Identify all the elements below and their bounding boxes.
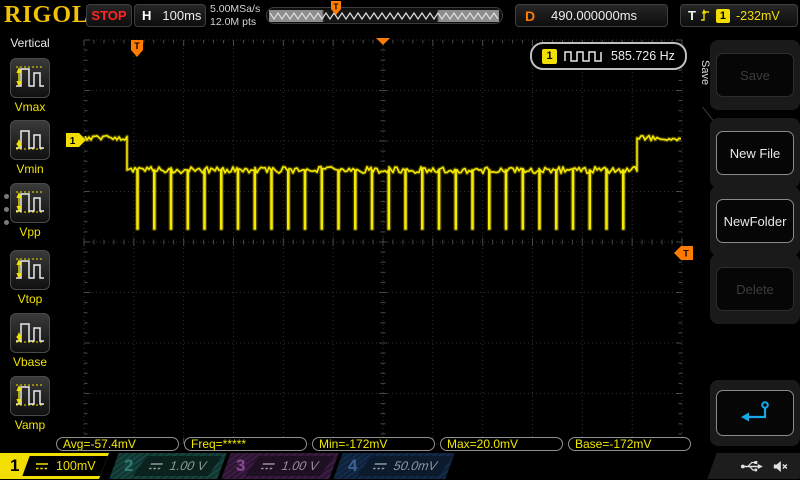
svg-text:T: T <box>683 249 689 259</box>
channel-4-block[interactable]: 4 50.0mV <box>333 453 455 479</box>
measurement-freq: Freq=***** <box>184 437 307 451</box>
dc-coupling-icon <box>149 463 164 470</box>
channel-2-number: 2 <box>124 456 134 475</box>
menu-tab-title: Save <box>699 60 711 86</box>
left-measure-menu: Vertical Vmax Vmin Vpp Vtop Vbase Vamp <box>0 32 60 452</box>
rigol-logo: RIGOL <box>4 2 90 28</box>
measurement-max: Max=20.0mV <box>440 437 563 451</box>
trigger-source-badge: 1 <box>715 8 730 23</box>
new-folder-button[interactable]: NewFolder <box>716 199 794 243</box>
menu-item-vmax[interactable]: Vmax <box>0 58 60 114</box>
page-indicator-dot <box>4 194 9 199</box>
channel-2-scale: 1.00 V <box>167 459 210 473</box>
channel-3-block[interactable]: 3 1.00 V <box>221 453 339 479</box>
usb-icon <box>741 460 763 471</box>
menu-item-vpp[interactable]: Vpp <box>0 183 60 239</box>
status-icons-area <box>707 453 800 479</box>
delay-label: D <box>525 7 536 24</box>
horizontal-position-bar[interactable] <box>266 7 503 24</box>
delete-button[interactable]: Delete <box>716 267 794 311</box>
left-menu-title: Vertical <box>10 36 50 50</box>
channel-4-number: 4 <box>348 456 358 475</box>
trigger-label: T <box>688 8 696 23</box>
vamp-label: Vamp <box>14 418 46 432</box>
channel-1-scale-box: 100mV <box>22 456 109 476</box>
vtop-label: Vtop <box>17 292 43 306</box>
counter-channel-badge: 1 <box>542 48 557 64</box>
page-indicator-dot <box>4 220 9 225</box>
svg-text:T: T <box>334 3 339 12</box>
vamp-icon <box>10 376 50 416</box>
trigger-level-value: -232mV <box>735 8 780 23</box>
return-button[interactable] <box>716 390 794 436</box>
measurement-min: Min=-172mV <box>312 437 435 451</box>
channel-1-block[interactable]: 1 100mV <box>0 453 109 479</box>
acquisition-info: 5.00MSa/s 12.0M pts <box>210 3 260 29</box>
channel-1-number: 1 <box>10 456 20 475</box>
delay-value: 490.000000ms <box>551 8 638 23</box>
measurement-bar: Avg=-57.4mV Freq=***** Min=-172mV Max=20… <box>56 437 691 451</box>
delay-box[interactable]: D 490.000000ms <box>515 4 668 27</box>
menu-item-vmin[interactable]: Vmin <box>0 120 60 176</box>
measurement-base: Base=-172mV <box>568 437 691 451</box>
trigger-box[interactable]: T 1 -232mV <box>680 4 798 27</box>
dc-coupling-icon <box>36 463 49 470</box>
menu-item-vtop[interactable]: Vtop <box>0 250 60 306</box>
h-label: H <box>142 8 152 23</box>
horizontal-timebase-box[interactable]: H 100ms <box>134 4 206 27</box>
frequency-counter-badge: 1 585.726 Hz <box>530 42 687 70</box>
channel-status-bar: 1 100mV 2 1.00 V 3 1.00 V 4 50.0mV <box>0 452 800 480</box>
channel-4-scale: 50.0mV <box>391 459 441 473</box>
save-button[interactable]: Save <box>716 53 794 97</box>
vtop-icon <box>10 250 50 290</box>
right-soft-menu: Save Save New File NewFolder Delete <box>696 32 800 452</box>
vbase-label: Vbase <box>12 355 48 369</box>
speaker-muted-icon <box>774 460 788 472</box>
vmin-icon <box>10 120 50 160</box>
trigger-slope-icon <box>700 9 709 21</box>
new-file-button[interactable]: New File <box>716 131 794 175</box>
run-state-indicator: STOP <box>86 4 132 27</box>
memory-depth: 12.0M pts <box>210 16 257 28</box>
vmin-label: Vmin <box>16 162 44 176</box>
vmax-icon <box>10 58 50 98</box>
measurement-avg: Avg=-57.4mV <box>56 437 179 451</box>
sample-rate: 5.00MSa/s <box>210 3 261 15</box>
svg-text:1: 1 <box>70 136 76 147</box>
channel-2-block[interactable]: 2 1.00 V <box>109 453 227 479</box>
channel-3-number: 3 <box>236 456 246 475</box>
svg-text:T: T <box>134 41 140 51</box>
trigger-position-flag-icon[interactable]: T <box>330 0 342 17</box>
dc-coupling-icon <box>261 463 276 470</box>
channel-3-scale: 1.00 V <box>279 459 322 473</box>
page-indicator-dot <box>4 207 9 212</box>
vmax-label: Vmax <box>14 100 46 114</box>
channel-1-scale: 100mV <box>56 459 97 473</box>
waveform-display: T 1 T 1 585.726 Hz <box>60 32 696 452</box>
channel-3-scale-box: 1.00 V <box>245 456 335 476</box>
oscilloscope-screen: RIGOL STOP H 100ms 5.00MSa/s 12.0M pts T… <box>0 0 800 480</box>
vpp-icon <box>10 183 50 223</box>
vpp-label: Vpp <box>19 225 41 239</box>
channel-4-scale-box: 50.0mV <box>357 456 454 476</box>
memory-waveform-strip <box>269 9 499 22</box>
graticule-and-trace: T 1 T <box>66 38 693 445</box>
counter-frequency-value: 585.726 Hz <box>611 49 675 63</box>
pulse-train-icon <box>564 51 602 62</box>
dc-coupling-icon <box>373 463 388 470</box>
channel-2-scale-box: 1.00 V <box>133 456 223 476</box>
menu-item-vbase[interactable]: Vbase <box>0 313 60 369</box>
vbase-icon <box>10 313 50 353</box>
return-arrow-icon <box>741 401 769 422</box>
menu-item-vamp[interactable]: Vamp <box>0 376 60 432</box>
timebase-value: 100ms <box>162 8 202 23</box>
